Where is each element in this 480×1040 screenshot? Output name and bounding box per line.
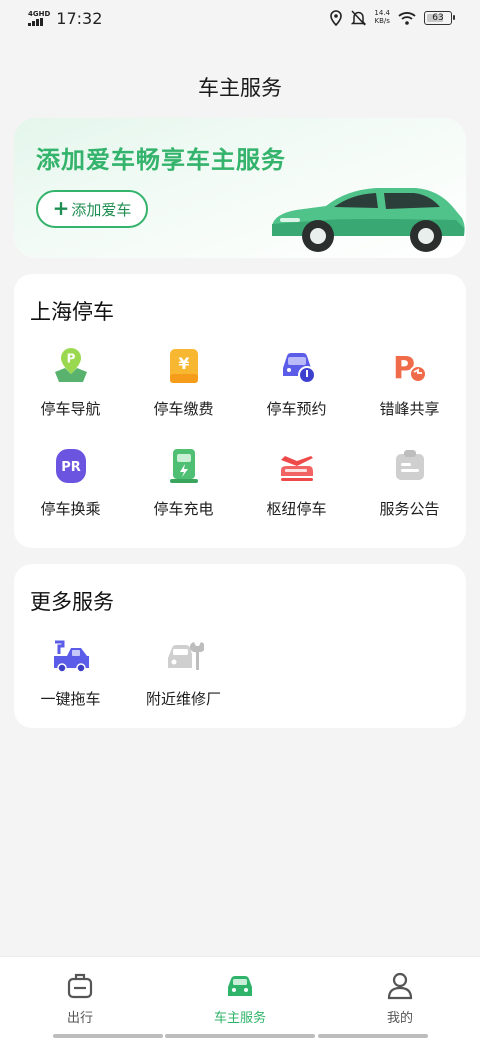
nav-travel[interactable]: 出行 — [0, 971, 160, 1031]
clock: 17:32 — [56, 8, 103, 28]
battery-icon: 63 — [424, 11, 455, 25]
luggage-icon — [67, 973, 93, 999]
add-car-label: 添加爱车 — [71, 200, 132, 219]
announcement-label: 服务公告 — [379, 500, 440, 518]
announcement-item[interactable]: 服务公告 — [353, 446, 466, 526]
off-peak-sharing-icon: P — [393, 351, 427, 386]
banner-title: 添加爱车畅享车主服务 — [36, 146, 286, 174]
signal-bars-icon — [28, 17, 43, 26]
shanghai-parking-card: 上海停车 P 停车导航 ¥ 停车缴费 停车预约 P 错峰共享 PR 停车换乘 停… — [14, 274, 466, 548]
tow-truck-icon — [53, 640, 89, 673]
park-and-ride-item[interactable]: PR 停车换乘 — [14, 446, 127, 526]
gesture-bar-right — [318, 1034, 428, 1038]
bottom-nav: 出行 车主服务 我的 — [0, 956, 480, 1040]
nav-mine-label: 我的 — [386, 1011, 413, 1026]
svg-text:¥: ¥ — [178, 354, 189, 373]
parking-reservation-icon — [282, 353, 316, 384]
car-icon — [228, 976, 252, 996]
add-car-banner: 添加爱车畅享车主服务 + 添加爱车 — [14, 118, 466, 258]
car-illustration-icon — [272, 188, 465, 252]
tow-truck-item[interactable]: 一键拖车 — [14, 636, 127, 716]
parking-reservation-label: 停车预约 — [266, 400, 327, 418]
park-and-ride-icon: PR — [55, 449, 86, 483]
parking-navigation-item[interactable]: P 停车导航 — [14, 346, 127, 426]
parking-navigation-label: 停车导航 — [40, 400, 101, 418]
network-type: 4GHD — [28, 9, 51, 18]
gesture-bar-left — [53, 1034, 163, 1038]
parking-reservation-item[interactable]: 停车预约 — [240, 346, 353, 426]
nav-car-service[interactable]: 车主服务 — [160, 971, 320, 1031]
nav-mine[interactable]: 我的 — [320, 971, 480, 1031]
parking-section-title: 上海停车 — [30, 300, 114, 324]
ev-charging-item[interactable]: 停车充电 — [127, 446, 240, 526]
nav-car-service-label: 车主服务 — [213, 1011, 266, 1026]
page-title: 车主服务 — [198, 76, 282, 100]
mute-bell-icon — [351, 10, 367, 26]
tow-truck-label: 一键拖车 — [40, 690, 101, 708]
status-bar: 4GHD 17:32 14.4 KB/s 63 — [0, 0, 480, 36]
more-services-card: 更多服务 一键拖车 附近维修厂 — [14, 564, 466, 728]
ev-charging-icon — [169, 449, 198, 483]
hub-parking-icon — [280, 456, 313, 481]
location-icon — [330, 10, 343, 26]
hub-parking-label: 枢纽停车 — [266, 500, 327, 518]
parking-navigation-icon: P — [54, 348, 87, 382]
person-icon — [387, 972, 413, 1000]
svg-text:P: P — [66, 352, 75, 366]
wifi-icon — [398, 12, 416, 25]
parking-payment-item[interactable]: ¥ 停车缴费 — [127, 346, 240, 426]
park-and-ride-label: 停车换乘 — [40, 500, 101, 518]
add-car-button[interactable]: + 添加爱车 — [36, 190, 148, 228]
repair-shop-label: 附近维修厂 — [145, 690, 221, 708]
network-speed: 14.4 KB/s — [374, 9, 390, 25]
hub-parking-item[interactable]: 枢纽停车 — [240, 446, 353, 526]
off-peak-sharing-item[interactable]: P 错峰共享 — [353, 346, 466, 426]
announcement-icon — [395, 450, 424, 480]
plus-icon: + — [52, 196, 70, 220]
ev-charging-label: 停车充电 — [153, 500, 214, 518]
more-section-title: 更多服务 — [30, 590, 114, 614]
off-peak-sharing-label: 错峰共享 — [379, 400, 440, 418]
parking-payment-label: 停车缴费 — [153, 400, 214, 418]
signal-indicator: 4GHD — [28, 9, 51, 26]
svg-text:PR: PR — [61, 460, 81, 475]
gesture-bar-center — [165, 1034, 315, 1038]
parking-payment-icon: ¥ — [169, 349, 198, 383]
repair-shop-item[interactable]: 附近维修厂 — [127, 636, 240, 716]
nav-travel-label: 出行 — [66, 1011, 93, 1026]
repair-shop-icon — [167, 642, 204, 670]
